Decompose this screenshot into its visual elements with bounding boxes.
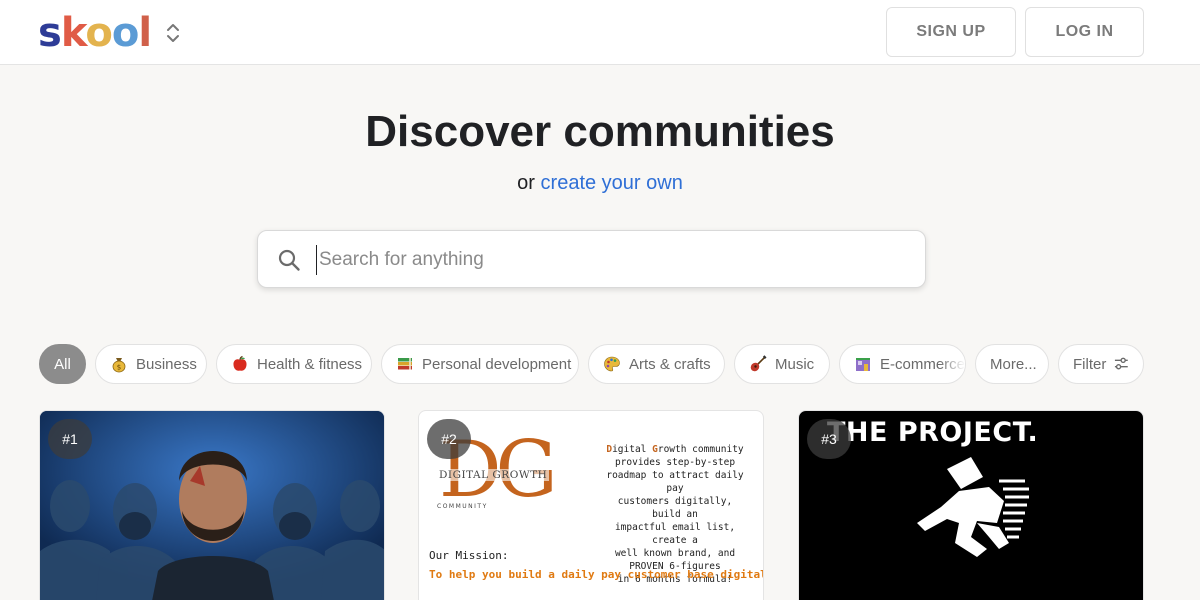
- page-title: Discover communities: [365, 107, 835, 156]
- description-line: Digital Growth community: [606, 444, 744, 455]
- rank-badge: #3: [807, 419, 851, 459]
- chip-label: Personal development: [422, 355, 572, 373]
- subtitle-prefix: or: [517, 172, 535, 194]
- description-line: provides step-by-step: [614, 457, 736, 468]
- search-box[interactable]: [257, 230, 926, 288]
- community-card[interactable]: DG DIGITAL GROWTH COMMUNITY Digital Grow…: [418, 410, 764, 600]
- chip-business[interactable]: $ Business: [95, 344, 207, 384]
- card-description: Digital Growth community provides step-b…: [605, 443, 745, 586]
- dg-logo-text: DIGITAL GROWTH: [437, 469, 550, 481]
- description-line: impactful email list, create a: [614, 522, 736, 546]
- chip-arts-crafts[interactable]: Arts & crafts: [588, 344, 725, 384]
- chip-label: E-commerce: [880, 355, 966, 373]
- community-card[interactable]: #1: [39, 410, 385, 600]
- chip-label: Business: [136, 355, 197, 373]
- svg-text:$: $: [117, 364, 121, 372]
- description-line: customers digitally, build an: [617, 496, 733, 520]
- description-line: well known brand, and: [614, 548, 736, 559]
- filter-sliders-icon: [1115, 357, 1129, 370]
- chip-label: Arts & crafts: [629, 355, 711, 373]
- chip-label: Filter: [1073, 355, 1107, 373]
- apple-icon: [233, 355, 247, 371]
- description-line: roadmap to attract daily pay: [606, 470, 744, 494]
- chip-e-commerce[interactable]: E-commerce: [839, 344, 966, 384]
- community-switcher-chevrons-icon[interactable]: [160, 18, 186, 48]
- rank-badge: #2: [427, 419, 471, 459]
- palette-icon: [604, 356, 620, 372]
- logo-letter: s: [38, 10, 62, 56]
- chip-label: All: [54, 355, 71, 373]
- category-chips: All $ Business Health & fitness Personal…: [0, 344, 1200, 384]
- store-icon: [856, 358, 870, 371]
- skool-logo[interactable]: skool: [38, 10, 152, 56]
- money-bag-icon: $: [112, 358, 126, 373]
- filter-button[interactable]: Filter: [1058, 344, 1144, 384]
- logo-letter: l: [138, 10, 152, 56]
- chip-personal-development[interactable]: Personal development: [381, 344, 579, 384]
- logo-letter: o: [111, 10, 140, 56]
- mission-label: Our Mission:: [429, 549, 509, 562]
- search-icon: [278, 249, 300, 271]
- chevron-up-down-icon: [167, 24, 179, 42]
- guitar-icon: [750, 355, 767, 372]
- rank-badge: #1: [48, 419, 92, 459]
- chip-music[interactable]: Music: [734, 344, 830, 384]
- search-input[interactable]: [316, 245, 906, 275]
- chip-label: Health & fitness: [257, 355, 363, 373]
- books-icon: [398, 358, 412, 370]
- chip-more[interactable]: More...: [975, 344, 1049, 384]
- hero-subtitle: or create your own: [0, 170, 1200, 196]
- chip-label: More...: [990, 355, 1037, 373]
- chip-health-fitness[interactable]: Health & fitness: [216, 344, 372, 384]
- sign-up-button[interactable]: SIGN UP: [886, 7, 1016, 57]
- chip-all[interactable]: All: [39, 344, 86, 384]
- log-in-button[interactable]: LOG IN: [1025, 7, 1144, 57]
- logo-letter: k: [60, 10, 87, 56]
- create-community-link[interactable]: create your own: [541, 172, 683, 194]
- chip-label: Music: [775, 355, 815, 373]
- dg-logo-subtext: COMMUNITY: [437, 503, 488, 510]
- community-card[interactable]: THE PROJECT. #3: [798, 410, 1144, 600]
- mission-text: To help you build a daily pay customer b…: [429, 568, 764, 581]
- logo-letter: o: [85, 10, 113, 56]
- top-bar: skool SIGN UP LOG IN: [0, 0, 1200, 65]
